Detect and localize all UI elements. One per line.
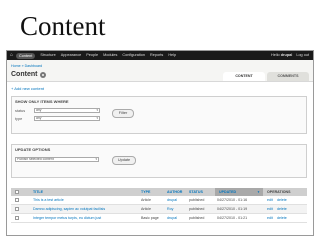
toolbar-item-configuration[interactable]: Configuration xyxy=(122,51,145,60)
greeting: Hello drupal xyxy=(267,51,292,60)
screenshot-frame: ⌂ Content Structure Appearance People Mo… xyxy=(6,50,314,236)
filter-button[interactable]: Filter xyxy=(112,109,134,118)
table-row: Damno adipiscing, sapien ac volutpat fac… xyxy=(11,205,307,214)
admin-toolbar: ⌂ Content Structure Appearance People Mo… xyxy=(7,51,313,60)
page-header: Content xyxy=(11,71,47,78)
toolbar-item-help[interactable]: Help xyxy=(168,51,176,60)
column-operations: OPERATIONS xyxy=(267,190,291,194)
tab-comments[interactable]: COMMENTS xyxy=(267,72,309,81)
row-checkbox[interactable] xyxy=(15,198,19,202)
add-content-link[interactable]: + Add new content xyxy=(11,86,44,91)
toolbar-item-structure[interactable]: Structure xyxy=(40,51,55,60)
row-updated: 04/27/2010 - 01:19 xyxy=(217,207,248,211)
logout-link[interactable]: Log out xyxy=(296,51,309,60)
update-button[interactable]: Update xyxy=(112,156,136,165)
greeting-prefix: Hello xyxy=(271,53,280,57)
column-title[interactable]: TITLE xyxy=(33,188,43,196)
row-status: published xyxy=(189,216,205,220)
update-legend: UPDATE OPTIONS xyxy=(15,147,51,152)
column-updated[interactable]: UPDATED xyxy=(219,188,236,196)
type-select-value: any xyxy=(36,116,42,120)
row-delete-link[interactable]: delete xyxy=(277,214,287,223)
slide-title: Content xyxy=(20,11,106,41)
content-area: + Add new content SHOW ONLY ITEMS WHERE … xyxy=(7,81,313,235)
toolbar-item-appearance[interactable]: Appearance xyxy=(61,51,81,60)
row-edit-link[interactable]: edit xyxy=(267,214,273,223)
sort-indicator-icon: ▼ xyxy=(257,190,260,194)
filter-legend: SHOW ONLY ITEMS WHERE xyxy=(15,99,69,104)
column-status[interactable]: STATUS xyxy=(189,188,203,196)
row-delete-link[interactable]: delete xyxy=(277,205,287,214)
status-select[interactable]: any ▾ xyxy=(34,108,100,113)
toolbar-item-modules[interactable]: Modules xyxy=(103,51,117,60)
row-edit-link[interactable]: edit xyxy=(267,205,273,214)
chevron-down-icon: ▾ xyxy=(96,116,98,120)
update-fieldset: UPDATE OPTIONS Publish selected content … xyxy=(11,144,307,178)
row-author-link[interactable]: drupal xyxy=(167,214,177,223)
update-select-value: Publish selected content xyxy=(17,157,54,161)
tab-content[interactable]: CONTENT xyxy=(223,72,265,81)
row-author-link[interactable]: Roy xyxy=(167,205,173,214)
row-delete-link[interactable]: delete xyxy=(277,196,287,205)
row-title-link[interactable]: Integer tempor metus turpis, eu dictum j… xyxy=(33,214,101,223)
toolbar-user-area: Hello drupal Log out xyxy=(263,51,309,60)
row-updated: 04/27/2010 - 01:21 xyxy=(217,216,248,220)
row-status: published xyxy=(189,207,205,211)
chevron-down-icon: ▾ xyxy=(95,157,97,161)
row-edit-link[interactable]: edit xyxy=(267,196,273,205)
home-icon[interactable]: ⌂ xyxy=(10,51,13,60)
row-title-link[interactable]: Damno adipiscing, sapien ac volutpat fac… xyxy=(33,205,105,214)
table-header: TITLE TYPE AUTHOR STATUS UPDATED ▼ OPERA… xyxy=(11,188,307,196)
toolbar-item-content[interactable]: Content xyxy=(16,52,36,59)
row-updated: 04/27/2010 - 01:16 xyxy=(217,198,248,202)
page-title: Content xyxy=(11,71,38,78)
column-author[interactable]: AUTHOR xyxy=(167,188,182,196)
row-checkbox[interactable] xyxy=(15,207,19,211)
status-select-value: any xyxy=(36,108,42,112)
row-checkbox[interactable] xyxy=(15,216,19,220)
row-status: published xyxy=(189,198,205,202)
row-type: Article xyxy=(141,207,151,211)
user-name-link[interactable]: drupal xyxy=(281,53,293,57)
filter-fieldset: SHOW ONLY ITEMS WHERE status any ▾ type … xyxy=(11,96,307,134)
status-label: status xyxy=(15,109,26,113)
row-type: Basic page xyxy=(141,216,159,220)
column-type[interactable]: TYPE xyxy=(141,188,150,196)
select-all-checkbox[interactable] xyxy=(15,190,19,194)
gear-icon[interactable] xyxy=(40,71,47,78)
primary-tabs: CONTENT COMMENTS xyxy=(221,72,309,81)
toolbar-item-reports[interactable]: Reports xyxy=(150,51,163,60)
table-row: This is a test article Article drupal pu… xyxy=(11,196,307,205)
update-options-select[interactable]: Publish selected content ▾ xyxy=(15,157,99,162)
breadcrumb[interactable]: Home » Dashboard xyxy=(11,64,42,68)
toolbar-item-people[interactable]: People xyxy=(86,51,98,60)
row-author-link[interactable]: drupal xyxy=(167,196,177,205)
row-type: Article xyxy=(141,198,151,202)
chevron-down-icon: ▾ xyxy=(96,108,98,112)
content-table: TITLE TYPE AUTHOR STATUS UPDATED ▼ OPERA… xyxy=(11,188,307,223)
row-title-link[interactable]: This is a test article xyxy=(33,196,64,205)
table-row: Integer tempor metus turpis, eu dictum j… xyxy=(11,214,307,223)
type-select[interactable]: any ▾ xyxy=(34,116,100,121)
type-label: type xyxy=(15,117,23,121)
